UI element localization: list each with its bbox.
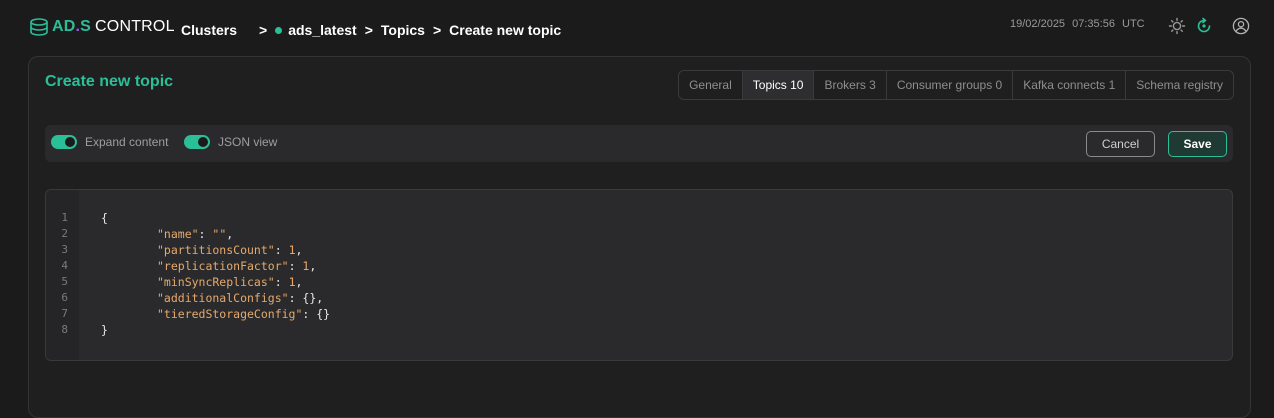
cluster-status-dot (275, 26, 283, 34)
code-line: "partitionsCount": 1, (157, 242, 302, 258)
breadcrumb-clusters[interactable]: Clusters (181, 22, 237, 38)
json-view-toggle[interactable] (184, 135, 210, 149)
json-key: "replicationFactor" (157, 259, 289, 273)
json-key: "additionalConfigs" (157, 291, 289, 305)
breadcrumb-separator: > (432, 22, 442, 38)
tab-topics[interactable]: Topics 10 (741, 71, 814, 99)
breadcrumb-cluster[interactable]: ads_latest (288, 22, 356, 38)
line-number: 5 (61, 275, 68, 288)
logo-s: S (80, 18, 92, 35)
breadcrumb: Clusters > ads_latest > Topics > Create … (181, 22, 561, 38)
logo-ads: AD (52, 18, 76, 35)
logo-text: AD.S CONTROL (52, 18, 175, 36)
json-brace: { (101, 211, 108, 225)
code-line: "tieredStorageConfig": {} (157, 306, 330, 322)
code-line: "additionalConfigs": {}, (157, 290, 323, 306)
cancel-button[interactable]: Cancel (1086, 131, 1155, 157)
clock: 19/02/2025 07:35:56 UTC (1010, 18, 1149, 30)
clock-timezone: UTC (1122, 18, 1145, 30)
sun-icon[interactable] (1168, 17, 1186, 35)
line-number: 1 (61, 211, 68, 224)
code-line: "minSyncReplicas": 1, (157, 274, 302, 290)
json-view-toggle-group: JSON view (184, 135, 277, 149)
line-number: 8 (61, 323, 68, 336)
breadcrumb-separator: > (259, 22, 268, 38)
line-number: 2 (61, 227, 68, 240)
expand-content-label: Expand content (85, 135, 169, 149)
json-value: "" (212, 227, 227, 241)
main-panel: Create new topic General Topics 10 Broke… (28, 56, 1251, 418)
json-editor[interactable]: 1 {2 "name": "", 3 "partitionsCount": 1, 4 "re… (45, 189, 1233, 361)
json-punct: : (274, 243, 289, 257)
json-comma: , (295, 243, 303, 257)
editor-toolbar: Expand content JSON view Cancel Save (45, 125, 1233, 162)
breadcrumb-separator: > (364, 22, 373, 38)
clock-time: 07:35:56 (1072, 18, 1115, 30)
database-logo-icon (30, 18, 48, 36)
user-icon[interactable] (1232, 17, 1250, 35)
code-line: "name": "", (157, 226, 233, 242)
json-value: 1 (288, 243, 296, 257)
json-punct: : (198, 227, 213, 241)
expand-content-toggle[interactable] (51, 135, 77, 149)
json-brace: } (101, 323, 108, 337)
breadcrumb-topics[interactable]: Topics (381, 22, 425, 38)
line-number: 7 (61, 307, 68, 320)
tab-consumer-groups[interactable]: Consumer groups 0 (885, 71, 1012, 99)
line-number: 3 (61, 243, 68, 256)
app-header: AD.S CONTROL Clusters > ads_latest > Topi… (0, 0, 1274, 56)
json-comma: , (226, 227, 234, 241)
line-number: 4 (61, 259, 68, 272)
logo-control: CONTROL (95, 18, 175, 35)
tab-kafka-connects[interactable]: Kafka connects 1 (1012, 71, 1125, 99)
json-punct: : {} (302, 307, 331, 321)
code-line: "replicationFactor": 1, (157, 258, 316, 274)
breadcrumb-current: Create new topic (449, 22, 562, 38)
refresh-icon[interactable] (1195, 17, 1213, 35)
page-title: Create new topic (45, 73, 174, 90)
section-tabs: General Topics 10 Brokers 3 Consumer gro… (678, 70, 1234, 100)
json-key: "name" (157, 227, 199, 241)
json-comma: , (295, 275, 303, 289)
clock-date: 19/02/2025 (1010, 18, 1066, 30)
json-key: "minSyncReplicas" (157, 275, 275, 289)
logo[interactable]: AD.S CONTROL (28, 15, 175, 39)
line-number: 6 (61, 291, 68, 304)
json-key: "tieredStorageConfig" (157, 307, 303, 321)
json-punct: : {}, (288, 291, 324, 305)
expand-content-toggle-group: Expand content (51, 135, 168, 149)
json-comma: , (309, 259, 317, 273)
tab-brokers[interactable]: Brokers 3 (813, 71, 885, 99)
json-punct: : (274, 275, 289, 289)
code-line: { (101, 210, 108, 226)
json-punct: : (288, 259, 303, 273)
json-value: 1 (288, 275, 296, 289)
json-view-label: JSON view (218, 135, 278, 149)
code-line: } (101, 322, 108, 338)
save-button[interactable]: Save (1168, 131, 1227, 157)
tab-general[interactable]: General (679, 71, 742, 99)
tab-schema-registry[interactable]: Schema registry (1125, 71, 1233, 99)
json-key: "partitionsCount" (157, 243, 275, 257)
